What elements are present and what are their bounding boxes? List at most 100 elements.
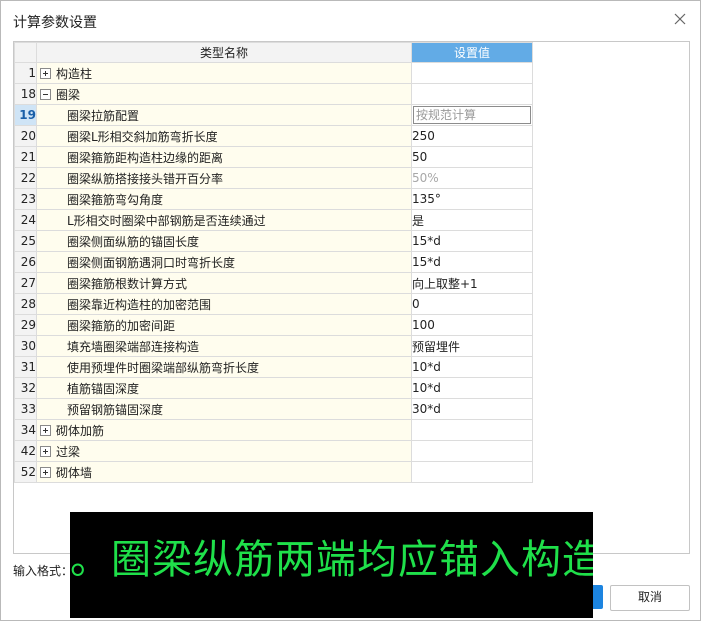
type-name-cell[interactable]: 圈梁 [36, 83, 412, 105]
row-number: 52 [14, 461, 37, 483]
setting-value-cell[interactable]: 100 [411, 314, 533, 336]
parameter-row[interactable]: 26 圈梁侧面钢筋遇洞口时弯折长度 15*d [14, 251, 533, 273]
setting-value-cell[interactable]: 10*d [411, 377, 533, 399]
row-number-header [14, 42, 37, 63]
row-number: 29 [14, 314, 37, 336]
setting-value-cell[interactable]: 15*d [411, 230, 533, 252]
type-name-label: 圈梁箍筋弯勾角度 [67, 192, 164, 207]
type-name-cell[interactable]: 圈梁侧面钢筋遇洞口时弯折长度 [36, 251, 412, 273]
type-name-cell[interactable]: 构造柱 [36, 62, 412, 84]
group-row[interactable]: 34 砌体加筋 [14, 419, 533, 441]
setting-value-cell[interactable]: 10*d [411, 356, 533, 378]
expand-plus-icon[interactable] [40, 466, 51, 478]
row-number: 32 [14, 377, 37, 399]
row-number: 28 [14, 293, 37, 315]
setting-value-cell[interactable]: 0 [411, 293, 533, 315]
row-number: 1 [14, 62, 37, 84]
type-name-cell[interactable]: 圈梁箍筋根数计算方式 [36, 272, 412, 294]
close-icon[interactable] [670, 9, 690, 29]
parameter-row[interactable]: 32 植筋锚固深度 10*d [14, 377, 533, 399]
grid-body: 1 构造柱 18 圈梁 19 圈梁拉筋配置 按规范计算 20 圈梁L形相交斜加筋弯折长度 250 2… [14, 62, 533, 483]
dialog-titlebar: 计算参数设置 [1, 1, 700, 39]
parameter-row[interactable]: 23 圈梁箍筋弯勾角度 135° [14, 188, 533, 210]
type-name-cell[interactable]: 砌体墙 [36, 461, 412, 483]
type-name-cell[interactable]: 圈梁纵筋搭接接头错开百分率 [36, 167, 412, 189]
parameter-row[interactable]: 30 填充墙圈梁端部连接构造 预留埋件 [14, 335, 533, 357]
type-name-label: 填充墙圈梁端部连接构造 [67, 339, 200, 354]
row-number: 21 [14, 146, 37, 168]
setting-value-header[interactable]: 设置值 [411, 42, 533, 63]
parameter-row[interactable]: 19 圈梁拉筋配置 按规范计算 [14, 104, 533, 126]
cancel-button[interactable]: 取消 [610, 585, 690, 611]
type-name-cell[interactable]: 植筋锚固深度 [36, 377, 412, 399]
parameter-row[interactable]: 33 预留钢筋锚固深度 30*d [14, 398, 533, 420]
type-name-label: 圈梁 [56, 87, 81, 102]
subtitle-text: 。圈梁纵筋两端均应锚入构造柱内350。 [70, 537, 593, 583]
input-format-label: 输入格式： [13, 564, 74, 578]
setting-value-cell[interactable]: 是 [411, 209, 533, 231]
type-name-label: 圈梁箍筋距构造柱边缘的距离 [67, 150, 224, 165]
setting-value-cell[interactable]: 向上取整+1 [411, 272, 533, 294]
setting-value-cell[interactable]: 50% [411, 167, 533, 189]
parameter-row[interactable]: 27 圈梁箍筋根数计算方式 向上取整+1 [14, 272, 533, 294]
parameter-grid: 类型名称 设置值 1 构造柱 18 圈梁 19 圈梁拉筋配置 按规范计算 20 圈梁L形相交斜加… [13, 41, 690, 554]
setting-value-cell[interactable]: 250 [411, 125, 533, 147]
row-number: 18 [14, 83, 37, 105]
group-row[interactable]: 18 圈梁 [14, 83, 533, 105]
type-name-cell[interactable]: 圈梁侧面纵筋的锚固长度 [36, 230, 412, 252]
setting-value-cell [411, 62, 533, 84]
group-row[interactable]: 52 砌体墙 [14, 461, 533, 483]
setting-value-cell[interactable]: 预留埋件 [411, 335, 533, 357]
type-name-cell[interactable]: 圈梁拉筋配置 [36, 104, 412, 126]
parameter-row[interactable]: 21 圈梁箍筋距构造柱边缘的距离 50 [14, 146, 533, 168]
type-name-cell[interactable]: 使用预埋件时圈梁端部纵筋弯折长度 [36, 356, 412, 378]
type-name-label: 圈梁箍筋的加密间距 [67, 318, 176, 333]
expand-plus-icon[interactable] [40, 67, 51, 79]
type-name-cell[interactable]: 过梁 [36, 440, 412, 462]
group-row[interactable]: 1 构造柱 [14, 62, 533, 84]
type-name-cell[interactable]: 圈梁靠近构造柱的加密范围 [36, 293, 412, 315]
collapse-minus-icon[interactable] [40, 88, 51, 100]
expand-plus-icon[interactable] [40, 424, 51, 436]
type-name-cell[interactable]: 圈梁箍筋距构造柱边缘的距离 [36, 146, 412, 168]
parameter-row[interactable]: 28 圈梁靠近构造柱的加密范围 0 [14, 293, 533, 315]
group-row[interactable]: 42 过梁 [14, 440, 533, 462]
row-number: 33 [14, 398, 37, 420]
parameter-row[interactable]: 25 圈梁侧面纵筋的锚固长度 15*d [14, 230, 533, 252]
row-number: 27 [14, 272, 37, 294]
row-number: 25 [14, 230, 37, 252]
row-number: 23 [14, 188, 37, 210]
type-name-header[interactable]: 类型名称 [36, 42, 412, 63]
type-name-label: 圈梁侧面钢筋遇洞口时弯折长度 [67, 255, 236, 270]
parameter-table: 类型名称 设置值 1 构造柱 18 圈梁 19 圈梁拉筋配置 按规范计算 20 圈梁L形相交斜加… [14, 42, 533, 483]
setting-value-cell[interactable]: 按规范计算 [411, 104, 533, 126]
type-name-label: 砌体加筋 [56, 423, 105, 438]
setting-value-cell[interactable]: 135° [411, 188, 533, 210]
type-name-cell[interactable]: 圈梁箍筋弯勾角度 [36, 188, 412, 210]
setting-value-cell [411, 440, 533, 462]
type-name-label: 预留钢筋锚固深度 [67, 402, 164, 417]
type-name-cell[interactable]: 预留钢筋锚固深度 [36, 398, 412, 420]
type-name-cell[interactable]: 砌体加筋 [36, 419, 412, 441]
parameter-row[interactable]: 31 使用预埋件时圈梁端部纵筋弯折长度 10*d [14, 356, 533, 378]
setting-value-cell[interactable]: 30*d [411, 398, 533, 420]
row-number: 31 [14, 356, 37, 378]
type-name-label: 使用预埋件时圈梁端部纵筋弯折长度 [67, 360, 260, 375]
row-number: 24 [14, 209, 37, 231]
type-name-cell[interactable]: 圈梁L形相交斜加筋弯折长度 [36, 125, 412, 147]
type-name-cell[interactable]: 填充墙圈梁端部连接构造 [36, 335, 412, 357]
parameter-row[interactable]: 29 圈梁箍筋的加密间距 100 [14, 314, 533, 336]
setting-value-editor[interactable]: 按规范计算 [413, 106, 531, 124]
type-name-label: 圈梁箍筋根数计算方式 [67, 276, 188, 291]
parameter-row[interactable]: 22 圈梁纵筋搭接接头错开百分率 50% [14, 167, 533, 189]
setting-value-cell[interactable]: 15*d [411, 251, 533, 273]
type-name-label: 植筋锚固深度 [67, 381, 140, 396]
type-name-cell[interactable]: 圈梁箍筋的加密间距 [36, 314, 412, 336]
parameter-row[interactable]: 24 L形相交时圈梁中部钢筋是否连续通过 是 [14, 209, 533, 231]
type-name-cell[interactable]: L形相交时圈梁中部钢筋是否连续通过 [36, 209, 412, 231]
type-name-label: L形相交时圈梁中部钢筋是否连续通过 [67, 213, 266, 228]
row-number: 26 [14, 251, 37, 273]
setting-value-cell[interactable]: 50 [411, 146, 533, 168]
expand-plus-icon[interactable] [40, 445, 51, 457]
parameter-row[interactable]: 20 圈梁L形相交斜加筋弯折长度 250 [14, 125, 533, 147]
